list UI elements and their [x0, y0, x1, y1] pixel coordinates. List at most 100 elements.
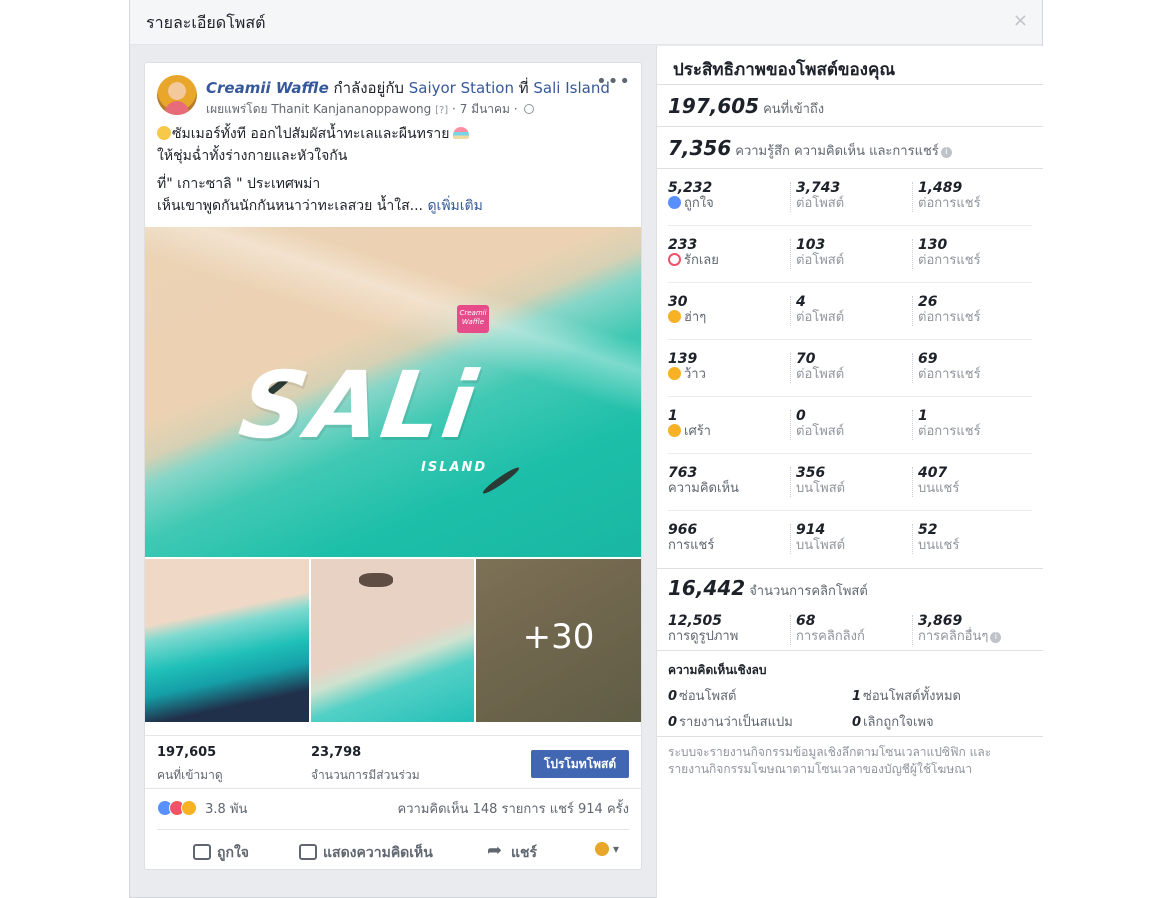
tagged-page-link[interactable]: Saiyor Station [409, 79, 514, 97]
clicks-label: จำนวนการคลิกโพสต์ [749, 584, 868, 599]
post-stats-bar: 197,605 คนที่เข้ามาดู 23,798 จำนวนการมีส… [145, 735, 641, 789]
love-on-shares: 130 [918, 237, 948, 253]
comment-button[interactable]: แสดงความคิดเห็น [299, 842, 433, 864]
negative-feedback-section: ความคิดเห็นเชิงลบ 0 ซ่อนโพสต์ 1 ซ่อนโพสต์ท… [657, 651, 1043, 737]
comments-on-post: 356 [796, 465, 826, 481]
more-photos-count: +30 [522, 617, 595, 657]
love-on-post: 103 [796, 237, 826, 253]
on-shares-label: ต่อการแชร์ [918, 196, 981, 211]
info-icon[interactable]: i [940, 147, 952, 158]
reaction-count[interactable]: 3.8 พัน [205, 802, 247, 817]
rocks-shape [359, 573, 393, 587]
more-options-icon[interactable]: ••• [596, 71, 631, 92]
on-shares-label: บนแชร์ [918, 481, 960, 496]
on-post-label: บนโพสต์ [796, 481, 846, 496]
engagement-row: 7,356 ความรู้สึก ความคิดเห็น และการแชร์ i [657, 127, 1043, 169]
comment-label: แสดงความคิดเห็น [323, 845, 433, 861]
hide-all-label: ซ่อนโพสต์ทั้งหมด [863, 689, 961, 704]
at-text: ที่ [518, 79, 529, 97]
sad-icon [668, 424, 681, 437]
haha-total: 30 [668, 294, 688, 310]
metric-row-like: 5,232 ถูกใจ 3,743 ต่อโพสต์ 1,489 ต่อการแชร์ [668, 169, 1032, 226]
page-name-link[interactable]: Creamii Waffle [206, 79, 329, 97]
engagement-label: ความรู้สึก ความคิดเห็น และการแชร์ [735, 144, 939, 159]
hide-post-stat: 0 ซ่อนโพสต์ [668, 685, 737, 706]
page-avatar[interactable] [157, 75, 197, 115]
insights-title: ประสิทธิภาพของโพสต์ของคุณ [657, 46, 1043, 85]
link-clicks-label: การคลิกลิงก์ [796, 629, 865, 644]
metric-row-shares: 966 การแชร์ 914 บนโพสต์ 52 บนแชร์ [668, 511, 1032, 568]
sad-total: 1 [668, 408, 678, 424]
post-header: Creamii Waffle กำลังอยู่กับ Saiyor Stati… [206, 76, 610, 100]
share-icon [487, 840, 505, 861]
hide-post-label: ซ่อนโพสต์ [679, 689, 737, 704]
thumbs-up-icon [193, 844, 211, 860]
photo-thumb-2[interactable] [311, 559, 474, 722]
other-clicks: 3,869 [918, 613, 963, 629]
like-total: 5,232 [668, 180, 713, 196]
reach-row: 197,605 คนที่เข้าถึง [657, 85, 1043, 127]
hide-all-count: 1 [852, 689, 862, 704]
like-button[interactable]: ถูกใจ [193, 842, 249, 864]
clicks-breakdown: 12,505 การดูรูปภาพ 68 การคลิกลิงก์ 3,869 กา… [668, 605, 1032, 645]
metric-row-sad: 1 เศร้า 0 ต่อโพสต์ 1 ต่อการแชร์ [668, 397, 1032, 454]
comments-shares-count[interactable]: ความคิดเห็น 148 รายการ แชร์ 914 ครั้ง [398, 798, 629, 819]
post-text: ซัมเมอร์ทั้งที ออกไปสัมผัสน้ำทะเลและผืนท… [157, 123, 627, 223]
comments-on-shares: 407 [918, 465, 948, 481]
spam-count: 0 [668, 715, 678, 730]
metric-row-comments: 763 ความคิดเห็น 356 บนโพสต์ 407 บนแชร์ [668, 454, 1032, 511]
share-label: แชร์ [511, 845, 538, 861]
see-more-link[interactable]: ดูเพิ่มเติม [427, 198, 482, 214]
love-total: 233 [668, 237, 698, 253]
reached-count: 197,605 [157, 745, 217, 760]
on-post-label: บนโพสต์ [796, 538, 846, 553]
dialog-header: รายละเอียดโพสต์ × [130, 0, 1042, 45]
engagement-count: 7,356 [668, 136, 732, 160]
sad-on-post: 0 [796, 408, 806, 424]
photo-views: 12,505 [668, 613, 723, 629]
photo-thumb-1[interactable] [145, 559, 309, 722]
promote-post-button[interactable]: โปรโมทโพสต์ [531, 750, 629, 778]
haha-on-post: 4 [796, 294, 806, 310]
help-link[interactable]: [?] [435, 105, 448, 116]
photo-views-label: การดูรูปภาพ [668, 629, 739, 644]
wow-icon [668, 367, 681, 380]
post-line-1: ซัมเมอร์ทั้งที ออกไปสัมผัสน้ำทะเลและผืนท… [172, 126, 450, 142]
close-icon[interactable]: × [1013, 10, 1028, 31]
engaged-count: 23,798 [311, 745, 362, 760]
shares-on-shares: 52 [918, 522, 938, 538]
comments-total: 763 [668, 465, 698, 481]
reach-count: 197,605 [668, 94, 760, 118]
post-details-dialog: รายละเอียดโพสต์ × Creamii Waffle กำลังอย… [129, 0, 1043, 898]
laugh-icon [668, 310, 681, 323]
post-line-4: เห็นเขาพูดกันนักกันหนาว่าทะเลสวย น้ำใส..… [157, 198, 423, 214]
meta-separator-2: · [513, 102, 518, 116]
hide-all-stat: 1 ซ่อนโพสต์ทั้งหมด [852, 685, 961, 706]
photo-thumb-more[interactable]: +30 [476, 559, 641, 722]
audience-selector[interactable]: ▾ [595, 842, 619, 856]
info-icon-2[interactable]: i [990, 632, 1002, 643]
beach-emoji-icon [453, 127, 470, 139]
on-shares-label: ต่อการแชร์ [918, 253, 981, 268]
creamii-logo: Creamii Waffle [457, 305, 489, 333]
wow-label: ว้าว [684, 367, 706, 382]
sad-label: เศร้า [684, 424, 711, 439]
on-shares-label: ต่อการแชร์ [918, 367, 981, 382]
like-icon [668, 196, 681, 209]
post-date[interactable]: 7 มีนาคม [460, 102, 510, 116]
unlike-label: เลิกถูกใจเพจ [863, 715, 934, 730]
wow-on-shares: 69 [918, 351, 938, 367]
hero-photo[interactable]: Creamii Waffle SALi ISLAND [145, 227, 641, 557]
like-label: ถูกใจ [684, 196, 714, 211]
haha-on-shares: 26 [918, 294, 938, 310]
timezone-footnote: ระบบจะรายงานกิจกรรมข้อมูลเชิงลึกตามโซนเว… [668, 745, 992, 776]
share-button[interactable]: แชร์ [487, 840, 538, 864]
sad-on-shares: 1 [918, 408, 928, 424]
wow-reaction-icon[interactable] [181, 800, 197, 816]
unlike-count: 0 [852, 715, 862, 730]
reach-label: คนที่เข้าถึง [763, 102, 825, 117]
dialog-title: รายละเอียดโพสต์ [146, 13, 266, 32]
post-card: Creamii Waffle กำลังอยู่กับ Saiyor Stati… [144, 62, 642, 870]
like-label: ถูกใจ [217, 845, 249, 861]
wow-total: 139 [668, 351, 698, 367]
